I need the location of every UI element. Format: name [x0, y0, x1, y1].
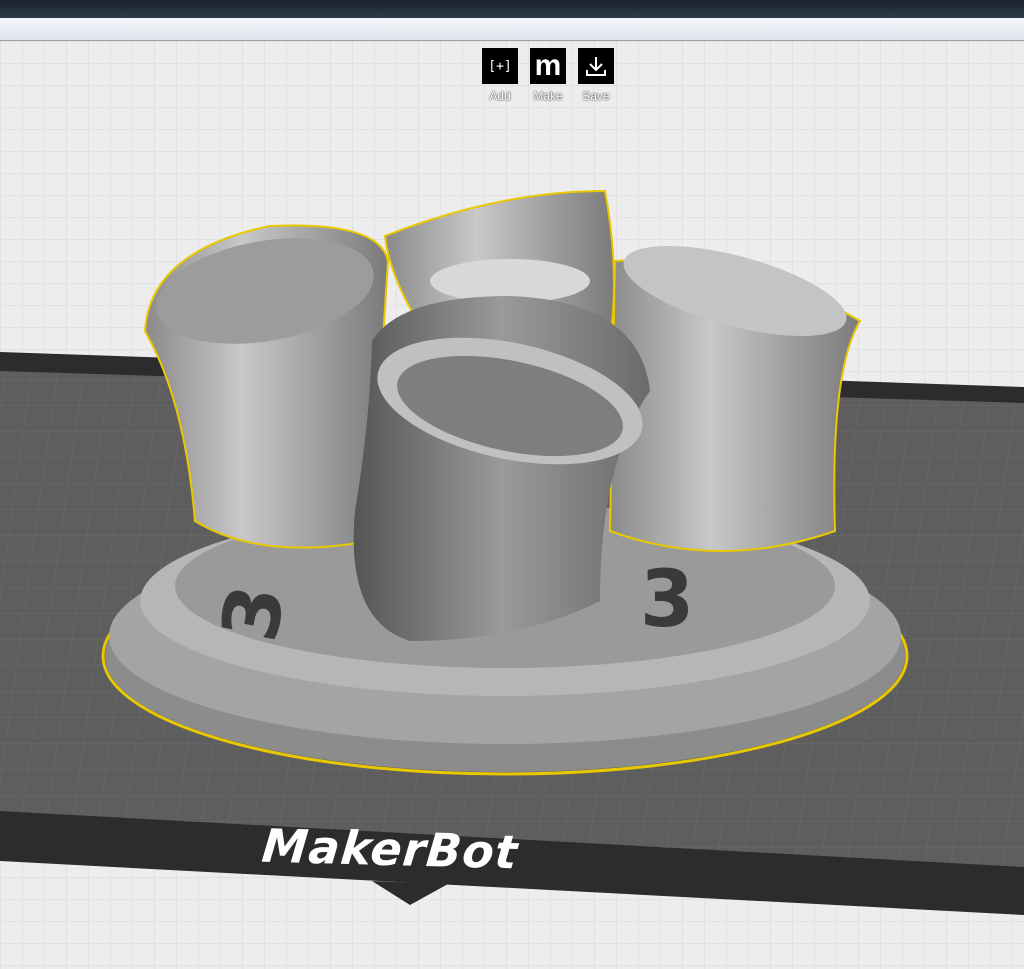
makerbot-m-icon: m [530, 48, 566, 84]
model[interactable]: 3 3 [101, 189, 909, 776]
makerbot-logo: MakerBot [259, 818, 521, 880]
add-icon: [+] [482, 48, 518, 84]
add-label: Add [489, 89, 511, 103]
toolbar: [+] Add m Make Save [482, 48, 614, 103]
save-button[interactable]: Save [578, 48, 614, 103]
window-title-bar [0, 18, 1024, 41]
engraving-right: 3 [640, 555, 694, 645]
save-label: Save [582, 89, 610, 103]
make-button[interactable]: m Make [530, 48, 566, 103]
add-button[interactable]: [+] Add [482, 48, 518, 103]
download-icon [578, 48, 614, 84]
make-label: Make [533, 89, 563, 103]
desktop-strip [0, 0, 1024, 18]
